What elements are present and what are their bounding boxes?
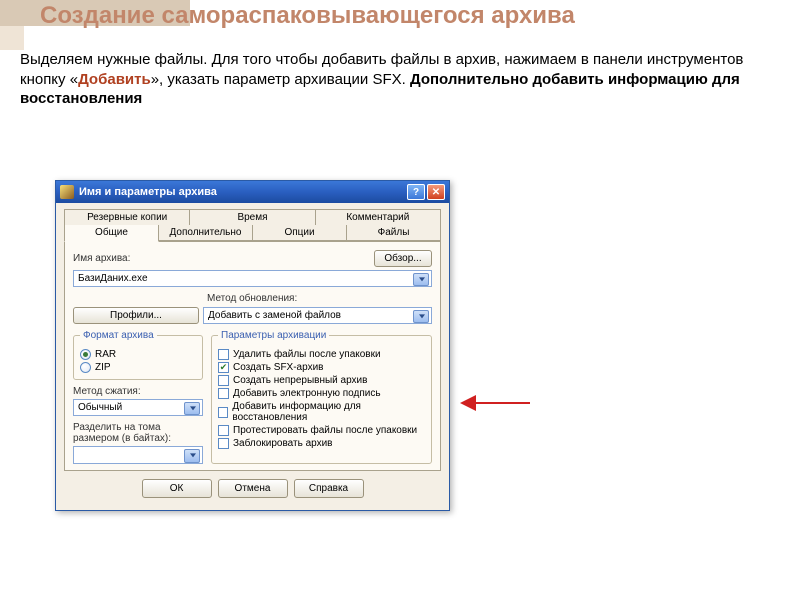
format-radio-rar[interactable]: RAR (80, 349, 196, 360)
tab-options[interactable]: Опции (252, 225, 347, 241)
help-footer-button[interactable]: Справка (294, 479, 364, 498)
param-recovery[interactable]: Добавить информацию для восстановления (218, 401, 425, 423)
param-label: Заблокировать архив (233, 438, 333, 449)
tab-backups[interactable]: Резервные копии (64, 209, 190, 225)
update-method-select[interactable]: Добавить с заменой файлов (203, 307, 432, 324)
checkbox-icon (218, 349, 229, 360)
radio-icon (80, 349, 91, 360)
slide-title: Создание самораспаковывающегося архива (40, 0, 785, 30)
close-button[interactable]: ✕ (427, 184, 445, 200)
slide-description: Выделяем нужные файлы. Для того чтобы до… (20, 50, 780, 109)
archive-dialog: Имя и параметры архива ? ✕ Резервные коп… (55, 180, 450, 511)
param-test[interactable]: Протестировать файлы после упаковки (218, 425, 425, 436)
param-label: Добавить информацию для восстановления (232, 401, 425, 423)
compression-label: Метод сжатия: (73, 386, 203, 397)
tab-general[interactable]: Общие (64, 225, 159, 242)
slide-accent-word: Добавить (78, 71, 151, 88)
tab-time[interactable]: Время (189, 209, 315, 225)
params-legend: Параметры архивации (218, 330, 329, 341)
slide-text-after: », указать параметр архивации SFX. (151, 71, 410, 88)
split-size-select[interactable] (73, 446, 203, 464)
slide-accent-square (0, 26, 24, 50)
split-label-1: Разделить на тома (73, 422, 203, 433)
tab-comment[interactable]: Комментарий (315, 209, 441, 225)
tabs-row-top: Резервные копии Время Комментарий (64, 209, 441, 225)
checkbox-icon (218, 407, 228, 418)
compression-value: Обычный (78, 402, 122, 413)
checkbox-icon (218, 425, 229, 436)
param-solid[interactable]: Создать непрерывный архив (218, 375, 425, 386)
format-label-rar: RAR (95, 349, 116, 360)
params-fieldset: Параметры архивации Удалить файлы после … (211, 330, 432, 464)
help-button[interactable]: ? (407, 184, 425, 200)
format-legend: Формат архива (80, 330, 157, 341)
radio-icon (80, 362, 91, 373)
param-sfx[interactable]: ✔ Создать SFX-архив (218, 362, 425, 373)
param-lock[interactable]: Заблокировать архив (218, 438, 425, 449)
app-icon (60, 185, 74, 199)
browse-button[interactable]: Обзор... (374, 250, 432, 267)
arrow-line (474, 402, 530, 404)
update-method-label: Метод обновления: (207, 293, 297, 304)
checkbox-icon (218, 388, 229, 399)
format-radio-zip[interactable]: ZIP (80, 362, 196, 373)
param-label: Создать SFX-архив (233, 362, 323, 373)
param-label: Удалить файлы после упаковки (233, 349, 381, 360)
compression-select[interactable]: Обычный (73, 399, 203, 416)
param-sign[interactable]: Добавить электронную подпись (218, 388, 425, 399)
tab-files[interactable]: Файлы (346, 225, 441, 241)
checkbox-icon (218, 375, 229, 386)
param-label: Создать непрерывный архив (233, 375, 367, 386)
tab-advanced[interactable]: Дополнительно (158, 225, 253, 241)
dialog-footer: ОК Отмена Справка (64, 471, 441, 502)
param-delete-after[interactable]: Удалить файлы после упаковки (218, 349, 425, 360)
archive-name-value: БазиДаних.exe (78, 273, 148, 284)
archive-name-input[interactable]: БазиДаних.exe (73, 270, 432, 287)
ok-button[interactable]: ОК (142, 479, 212, 498)
param-label: Протестировать файлы после упаковки (233, 425, 417, 436)
cancel-button[interactable]: Отмена (218, 479, 288, 498)
archive-name-label: Имя архива: (73, 253, 370, 264)
profiles-button[interactable]: Профили... (73, 307, 199, 324)
checkbox-icon (218, 438, 229, 449)
split-label-2: размером (в байтах): (73, 433, 203, 444)
param-label: Добавить электронную подпись (233, 388, 381, 399)
tabs-row-bottom: Общие Дополнительно Опции Файлы (64, 225, 441, 241)
dialog-title: Имя и параметры архива (79, 186, 405, 198)
tab-panel-general: Имя архива: Обзор... БазиДаних.exe Метод… (64, 241, 441, 471)
checkbox-icon: ✔ (218, 362, 229, 373)
format-fieldset: Формат архива RAR ZIP (73, 330, 203, 380)
update-method-value: Добавить с заменой файлов (208, 310, 341, 321)
format-label-zip: ZIP (95, 362, 111, 373)
dialog-body: Резервные копии Время Комментарий Общие … (56, 203, 449, 510)
titlebar[interactable]: Имя и параметры архива ? ✕ (56, 181, 449, 203)
arrow-head-icon (460, 395, 476, 411)
callout-arrow (460, 395, 530, 411)
